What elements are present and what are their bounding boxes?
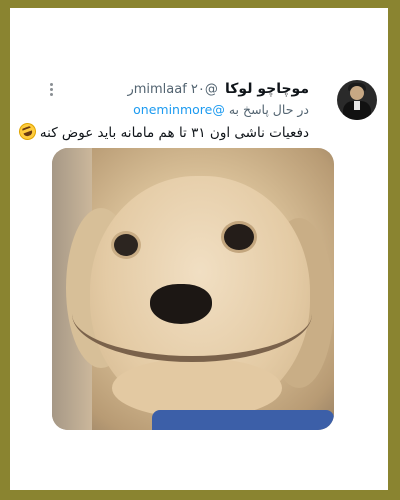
dog-eye-right	[224, 224, 254, 250]
dog-nose	[150, 284, 212, 324]
phone-object	[152, 410, 334, 430]
avatar-collar	[354, 101, 360, 110]
reply-prefix: در حال پاسخ به	[228, 102, 309, 117]
dog-chin	[112, 358, 282, 418]
display-name[interactable]: موچاچو لوکا	[225, 81, 309, 97]
tweet-text: دفعیات ناشی اون ۳۱ تا هم مامانه باید عوض…	[16, 120, 309, 143]
reply-context: در حال پاسخ به @oneminmore	[133, 101, 309, 119]
avatar-head	[350, 86, 364, 100]
user-handle[interactable]: @mimlaaf	[134, 82, 218, 97]
tweet-media-image[interactable]	[52, 148, 334, 430]
rofl-emoji-icon	[16, 120, 38, 143]
tweet-header: موچاچو لوکا @mimlaaf ۲۰ر	[127, 80, 309, 98]
tweet-body: دفعیات ناشی اون ۳۱ تا هم مامانه باید عوض…	[39, 125, 309, 141]
reply-to-link[interactable]: @oneminmore	[133, 102, 225, 117]
more-options-icon[interactable]	[48, 82, 54, 98]
dog-eye-left	[114, 234, 138, 256]
user-avatar[interactable]	[337, 80, 377, 120]
tweet-card: موچاچو لوکا @mimlaaf ۲۰ر در حال پاسخ به …	[10, 8, 388, 490]
